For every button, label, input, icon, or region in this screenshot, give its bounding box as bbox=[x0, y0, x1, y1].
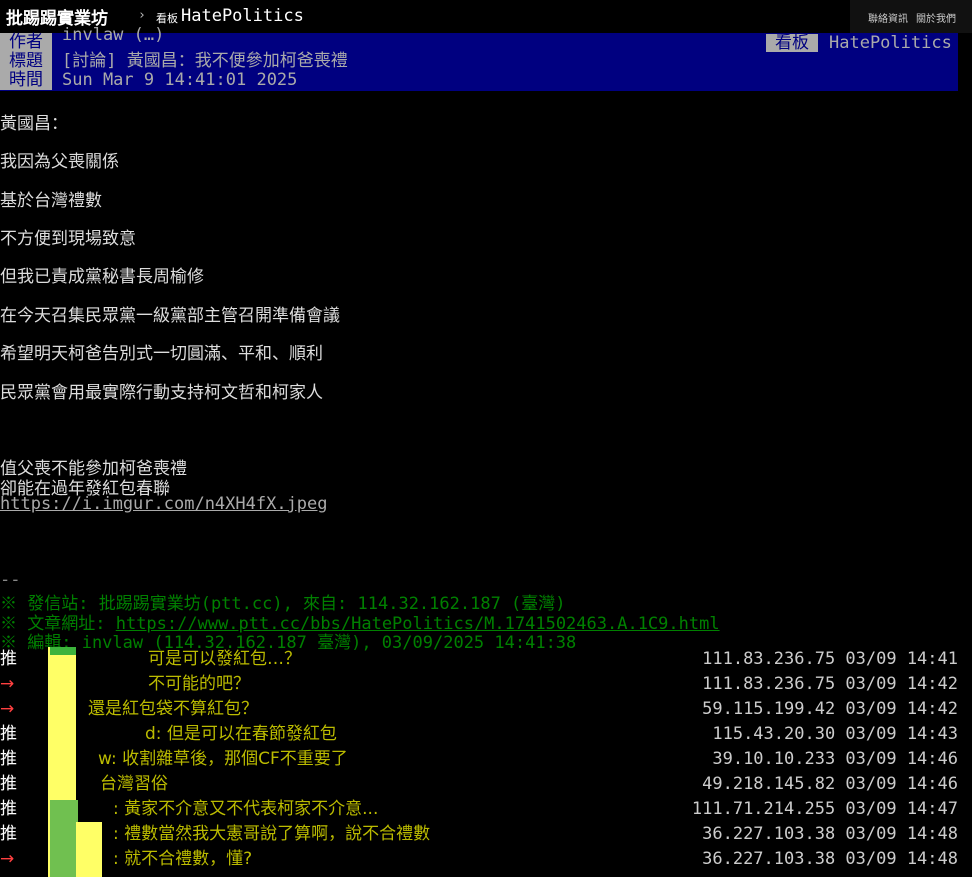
article-metadata: 作者 invlaw (…) 看板 HatePolitics 標題 [討論] 黃國… bbox=[0, 26, 958, 91]
title-value: [討論] 黃國昌：我不便參加柯爸喪禮 bbox=[62, 51, 348, 71]
time-row: 時間 Sun Mar 9 14:41:01 2025 bbox=[0, 71, 958, 90]
redaction-block bbox=[50, 647, 76, 655]
content-line: 在今天召集民眾黨一級黨部主管召開準備會議 bbox=[0, 306, 340, 326]
push-ipdate: 36.227.103.38 03/09 14:48 bbox=[702, 824, 958, 844]
push-row: 推 w: 收割雜草後，那個CF不重要了 39.10.10.233 03/09 1… bbox=[0, 747, 972, 771]
time-label: 時間 bbox=[0, 71, 52, 90]
push-row: 推 : 禮數當然我大憲哥說了算啊，說不合禮數 36.227.103.38 03/… bbox=[0, 822, 972, 846]
author-value: invlaw (…) bbox=[62, 25, 165, 45]
push-row: 推 : 黃家不介意又不代表柯家不介意... 111.71.214.255 03/… bbox=[0, 797, 972, 821]
scrollbar[interactable] bbox=[958, 33, 972, 877]
about-link[interactable]: 關於我們 bbox=[916, 10, 956, 25]
author-row: 作者 invlaw (…) 看板 HatePolitics bbox=[0, 26, 958, 53]
push-tag: 推 bbox=[0, 774, 17, 794]
push-row: 推 d: 但是可以在春節發紅包 115.43.20.30 03/09 14:43 bbox=[0, 722, 972, 746]
push-row: 推 可是可以發紅包…？ 111.83.236.75 03/09 14:41 bbox=[0, 647, 972, 671]
signature-divider: -- bbox=[0, 570, 21, 590]
contact-link[interactable]: 聯絡資訊 bbox=[868, 10, 908, 25]
board-link[interactable]: HatePolitics bbox=[181, 6, 304, 26]
push-tag: → bbox=[0, 674, 15, 694]
board-value: HatePolitics bbox=[829, 33, 952, 53]
push-ipdate: 36.227.103.38 03/09 14:48 bbox=[702, 849, 958, 869]
push-ipdate: 111.83.236.75 03/09 14:42 bbox=[702, 674, 958, 694]
push-row: → : 就不合禮數，懂? 36.227.103.38 03/09 14:48 bbox=[0, 847, 972, 871]
push-text: : 禮數當然我大憲哥說了算啊，說不合禮數 bbox=[113, 824, 431, 844]
author-label: 作者 bbox=[0, 33, 52, 52]
push-ipdate: 59.115.199.42 03/09 14:42 bbox=[702, 699, 958, 719]
push-tag: → bbox=[0, 849, 15, 869]
push-text: : 黃家不介意又不代表柯家不介意... bbox=[113, 799, 379, 819]
push-text: w: 收割雜草後，那個CF不重要了 bbox=[98, 749, 348, 769]
breadcrumb-separator-icon: › bbox=[138, 8, 146, 23]
push-text: 不可能的吧？ bbox=[148, 674, 250, 694]
push-tag: → bbox=[0, 699, 15, 719]
content-line: 但我已責成黨秘書長周榆修 bbox=[0, 267, 204, 287]
push-tag: 推 bbox=[0, 824, 17, 844]
push-ipdate: 39.10.10.233 03/09 14:46 bbox=[712, 749, 958, 769]
push-tag: 推 bbox=[0, 799, 17, 819]
time-value: Sun Mar 9 14:41:01 2025 bbox=[62, 70, 298, 90]
content-line: 希望明天柯爸告別式一切圓滿、平和、順利 bbox=[0, 344, 323, 364]
push-text: 可是可以發紅包…？ bbox=[148, 649, 301, 669]
image-link[interactable]: https://i.imgur.com/n4XH4fX.jpeg bbox=[0, 494, 328, 514]
content-line: 黃國昌： bbox=[0, 114, 68, 134]
content-line: 民眾黨會用最實際行動支持柯文哲和柯家人 bbox=[0, 383, 323, 403]
push-text: 台灣習俗 bbox=[100, 774, 168, 794]
push-text: 還是紅包袋不算紅包？ bbox=[88, 699, 258, 719]
push-row: → 還是紅包袋不算紅包？ 59.115.199.42 03/09 14:42 bbox=[0, 697, 972, 721]
push-text: d: 但是可以在春節發紅包 bbox=[145, 724, 337, 744]
push-ipdate: 111.83.236.75 03/09 14:41 bbox=[702, 649, 958, 669]
push-tag: 推 bbox=[0, 724, 17, 744]
board-tag-label: 看板 bbox=[156, 12, 178, 25]
content-line: 不方便到現場致意 bbox=[0, 229, 136, 249]
title-label: 標題 bbox=[0, 52, 52, 71]
push-row: 推 台灣習俗 49.218.145.82 03/09 14:46 bbox=[0, 772, 972, 796]
title-row: 標題 [討論] 黃國昌：我不便參加柯爸喪禮 bbox=[0, 52, 958, 71]
push-ipdate: 49.218.145.82 03/09 14:46 bbox=[702, 774, 958, 794]
push-tag: 推 bbox=[0, 649, 17, 669]
push-ipdate: 111.71.214.255 03/09 14:47 bbox=[691, 799, 958, 819]
push-ipdate: 115.43.20.30 03/09 14:43 bbox=[712, 724, 958, 744]
content-line: 我因為父喪關係 bbox=[0, 152, 119, 172]
push-row: → 不可能的吧？ 111.83.236.75 03/09 14:42 bbox=[0, 672, 972, 696]
board-label: 看板 bbox=[766, 34, 818, 52]
push-tag: 推 bbox=[0, 749, 17, 769]
redaction-block bbox=[76, 822, 102, 877]
top-right-links: 聯絡資訊 關於我們 bbox=[850, 0, 972, 33]
push-text: : 就不合禮數，懂? bbox=[113, 849, 253, 869]
redaction-block bbox=[50, 800, 78, 877]
content-line: 基於台灣禮數 bbox=[0, 191, 102, 211]
